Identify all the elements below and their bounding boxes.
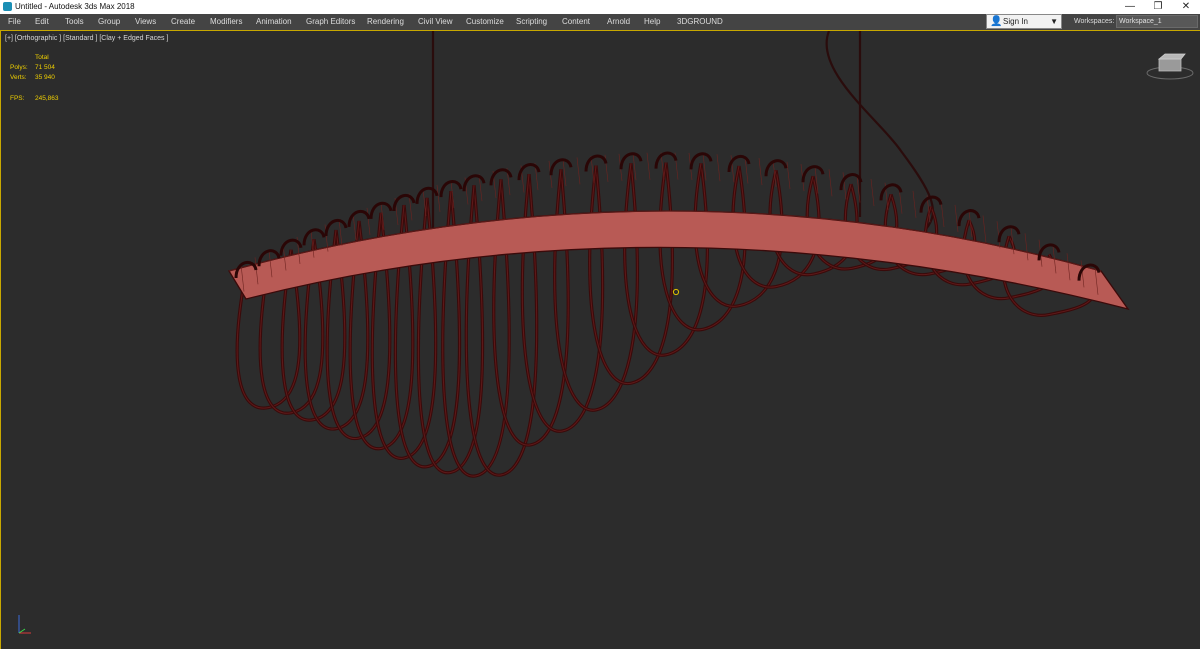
fps-label: FPS:: [10, 95, 25, 102]
chevron-down-icon: ▼: [1050, 17, 1058, 26]
wire-segment: [576, 157, 581, 185]
viewport-label[interactable]: [+] [Orthographic ] [Standard ] [Clay + …: [5, 34, 168, 44]
scene-model: [227, 31, 1130, 478]
menu-views[interactable]: Views: [135, 14, 156, 29]
menu-modifiers[interactable]: Modifiers: [210, 14, 242, 29]
menu-create[interactable]: Create: [171, 14, 195, 29]
wire-segment: [954, 204, 959, 232]
menu-content[interactable]: Content: [562, 14, 590, 29]
axis-tripod-icon: [18, 615, 31, 634]
wire-segment: [366, 207, 371, 235]
menu-arnold[interactable]: Arnold: [607, 14, 630, 29]
wire-segment: [436, 184, 441, 212]
menu-graph-editors[interactable]: Graph Editors: [306, 14, 355, 29]
wire-segment: [716, 154, 721, 182]
wire-segment: [758, 158, 763, 186]
close-button[interactable]: ✕: [1172, 0, 1200, 14]
menu-rendering[interactable]: Rendering: [367, 14, 404, 29]
wire-segment: [828, 169, 833, 197]
wire-segment: [646, 152, 651, 180]
menu-file[interactable]: File: [8, 14, 21, 29]
wire-segment: [786, 161, 791, 189]
title-bar: Untitled - Autodesk 3ds Max 2018 — ❐ ✕: [0, 0, 1200, 14]
workspaces-label: Workspaces:: [1074, 18, 1115, 25]
restore-button[interactable]: ❐: [1144, 0, 1172, 14]
user-icon: 👤: [990, 16, 1003, 27]
viewcube-icon[interactable]: [1145, 51, 1195, 81]
lamp-bar: [227, 210, 1130, 311]
menu-civil-view[interactable]: Civil View: [418, 14, 453, 29]
fps-value: 245,863: [35, 95, 59, 102]
sign-in-label: Sign In: [1003, 17, 1028, 26]
verts-value: 35 940: [35, 74, 55, 81]
menu-tools[interactable]: Tools: [65, 14, 84, 29]
viewport[interactable]: [+] [Orthographic ] [Standard ] [Clay + …: [0, 30, 1200, 649]
window-title: Untitled - Autodesk 3ds Max 2018: [15, 2, 135, 11]
loops-group: [235, 162, 1097, 478]
menu-3dground[interactable]: 3DGROUND: [677, 14, 723, 29]
verts-label: Verts:: [10, 74, 27, 81]
app-icon: [3, 2, 12, 11]
minimize-button[interactable]: —: [1116, 0, 1144, 14]
menu-group[interactable]: Group: [98, 14, 120, 29]
menu-edit[interactable]: Edit: [35, 14, 49, 29]
menu-scripting[interactable]: Scripting: [516, 14, 547, 29]
polys-label: Polys:: [10, 64, 28, 71]
pivot-marker: [672, 288, 680, 296]
polys-value: 71 504: [35, 64, 55, 71]
menu-customize[interactable]: Customize: [466, 14, 504, 29]
stats-header: Total: [35, 54, 49, 61]
workspace-value: Workspace_1: [1119, 18, 1162, 25]
wire-segment: [352, 213, 357, 241]
wire-segment: [982, 215, 987, 243]
menu-animation[interactable]: Animation: [256, 14, 292, 29]
menu-help[interactable]: Help: [644, 14, 660, 29]
workspace-select[interactable]: Workspace_1: [1116, 15, 1198, 28]
wire-segment: [870, 178, 875, 207]
wire-segment: [912, 190, 917, 218]
sign-in-dropdown[interactable]: 👤 Sign In ▼: [986, 14, 1062, 29]
